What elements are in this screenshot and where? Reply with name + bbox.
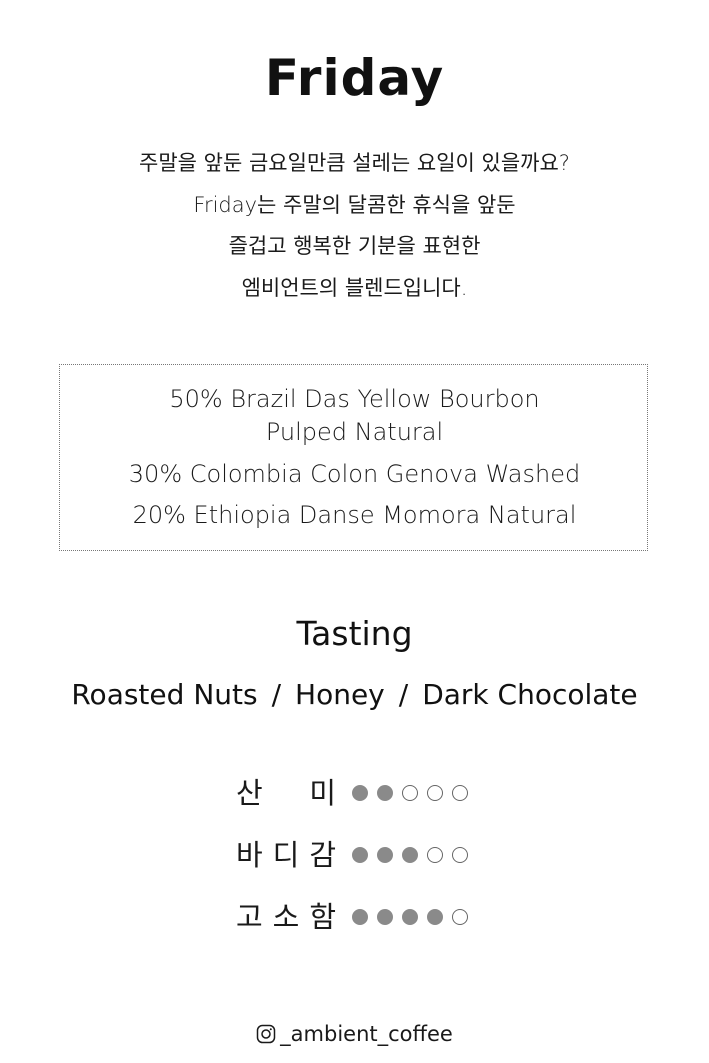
blend-line: Pulped Natural	[265, 418, 444, 446]
rating-label: 산 미	[236, 773, 344, 813]
rating-body: 바 디 감	[236, 835, 477, 875]
rating-dot-filled	[377, 909, 393, 925]
rating-dot-filled	[402, 909, 418, 925]
rating-dot-empty	[402, 785, 418, 801]
rating-dot-filled	[377, 847, 393, 863]
rating-label-char: 소	[272, 900, 300, 934]
rating-dot-filled	[427, 909, 443, 925]
instagram-handle-text: _ambient_coffee	[280, 1022, 453, 1046]
intro-text: 주말을 앞둔 금요일만큼 설레는 요일이 있을까요? Friday는 주말의 달…	[0, 143, 709, 309]
rating-dot-empty	[452, 909, 468, 925]
rating-label: 바 디 감	[236, 835, 344, 875]
rating-dot-filled	[352, 847, 368, 863]
page-title: Friday	[264, 49, 445, 107]
rating-dot-empty	[452, 785, 468, 801]
rating-label-char: 함	[309, 900, 336, 934]
rating-dot-empty	[427, 785, 443, 801]
rating-dot-empty	[452, 847, 468, 863]
rating-label-char: 바	[236, 838, 263, 872]
rating-dot-filled	[402, 847, 418, 863]
instagram-icon	[256, 1024, 276, 1044]
note-separator: /	[398, 678, 409, 711]
blend-line: 30% Colombia Colon Genova Washed	[128, 460, 581, 488]
rating-label-char: 미	[309, 776, 336, 810]
rating-acidity: 산 미	[236, 773, 477, 813]
instagram-handle[interactable]: _ambient_coffee	[0, 1019, 709, 1049]
rating-dots	[352, 785, 477, 801]
rating-dots	[352, 847, 477, 863]
tasting-note: Dark Chocolate	[422, 678, 638, 711]
rating-nuttiness: 고 소 함	[236, 897, 477, 937]
rating-dot-filled	[377, 785, 393, 801]
tasting-note: Roasted Nuts	[71, 678, 258, 711]
rating-label-char: 고	[236, 900, 263, 934]
rating-dot-filled	[352, 909, 368, 925]
rating-label: 고 소 함	[236, 897, 344, 937]
rating-label-char: 디	[272, 838, 300, 872]
rating-dots	[352, 909, 477, 925]
intro-line: Friday는 주말의 달콤한 휴식을 앞둔	[193, 192, 516, 217]
tasting-note: Honey	[295, 678, 385, 711]
note-separator: /	[271, 678, 282, 711]
rating-label-char: 산	[236, 776, 263, 810]
intro-line: 즐겁고 행복한 기분을 표현한	[228, 234, 481, 258]
blend-line: 20% Ethiopia Danse Momora Natural	[132, 501, 577, 529]
rating-dot-empty	[427, 847, 443, 863]
intro-line: 엠비언트의 블렌드입니다.	[241, 275, 468, 300]
blend-line: 50% Brazil Das Yellow Bourbon	[169, 385, 540, 413]
intro-line: 주말을 앞둔 금요일만큼 설레는 요일이 있을까요?	[139, 151, 570, 175]
rating-dot-filled	[352, 785, 368, 801]
rating-label-char: 감	[309, 838, 336, 872]
tasting-title: Tasting	[296, 614, 413, 653]
tasting-notes: Roasted Nuts / Honey / Dark Chocolate	[0, 676, 709, 714]
blend-box: 50% Brazil Das Yellow Bourbon Pulped Nat…	[59, 364, 648, 551]
